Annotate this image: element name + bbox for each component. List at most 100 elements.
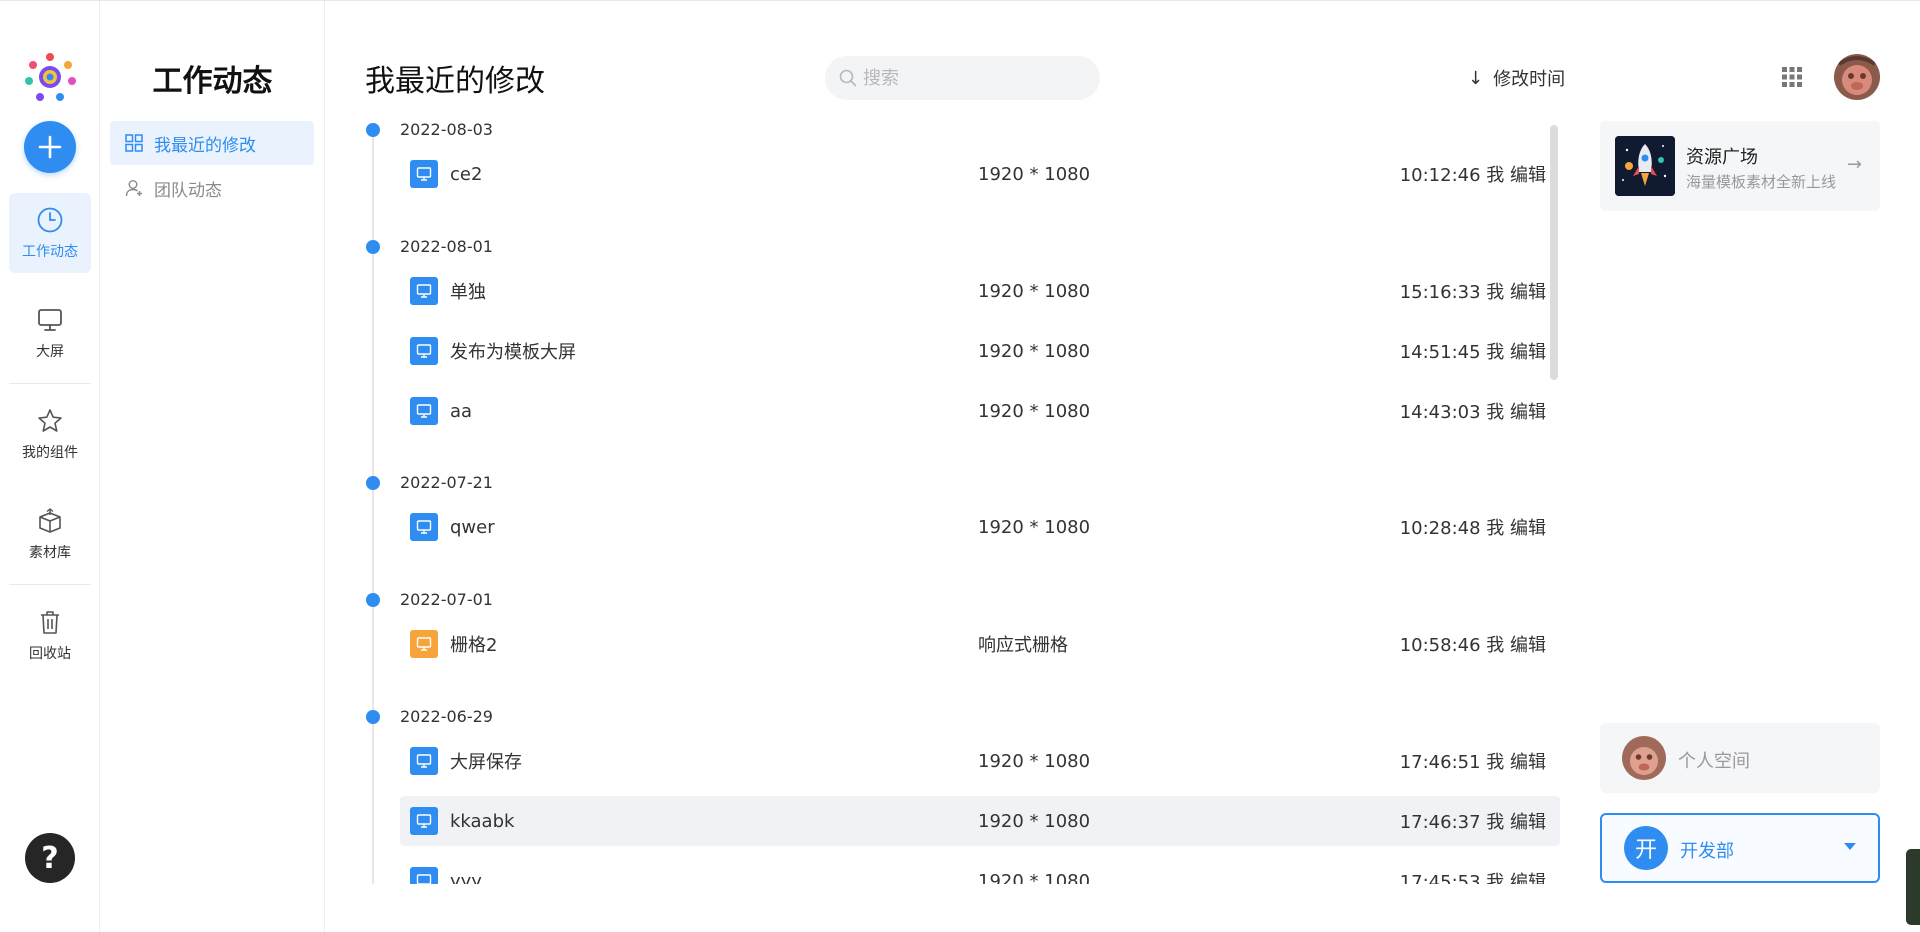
- list-item[interactable]: 发布为模板大屏 1920 * 1080 14:51:45 我 编辑: [400, 326, 1560, 376]
- item-edit-time: 14:51:45 我 编辑: [1399, 342, 1546, 363]
- list-item[interactable]: 栅格2 响应式栅格 10:58:46 我 编辑: [400, 619, 1560, 669]
- list-item[interactable]: qwer 1920 * 1080 10:28:48 我 编辑: [400, 502, 1560, 552]
- monitor-icon: [35, 305, 65, 335]
- list-item[interactable]: aa 1920 * 1080 14:43:03 我 编辑: [400, 386, 1560, 436]
- trash-icon: [35, 607, 65, 637]
- nav-item-materials[interactable]: 素材库: [9, 494, 91, 574]
- star-icon: [35, 406, 65, 436]
- nav-item-label: 工作动态: [22, 244, 78, 260]
- screen-file-icon: [410, 513, 438, 541]
- create-button[interactable]: [24, 121, 76, 173]
- team-label: 开发部: [1680, 841, 1734, 862]
- item-edit-time: 17:46:37 我 编辑: [1399, 812, 1546, 833]
- screen-file-icon: [410, 397, 438, 425]
- subnav-item-my-recent-changes[interactable]: 我最近的修改: [110, 121, 314, 165]
- item-edit-time: 17:46:51 我 编辑: [1399, 752, 1546, 773]
- nav-item-label: 回收站: [29, 646, 71, 662]
- nav-divider: [9, 584, 91, 585]
- group-date: 2022-08-03: [400, 120, 493, 139]
- search-input[interactable]: [863, 67, 1083, 89]
- item-size: 1920 * 1080: [978, 750, 1091, 772]
- item-name: yyy: [450, 870, 482, 885]
- left-rail: 工作动态 大屏 我的组件 素材库 回收站 ?: [0, 1, 100, 932]
- user-add-icon: [124, 178, 144, 198]
- item-edit-time: 17:45:53 我 编辑: [1399, 872, 1546, 884]
- sort-arrow-icon: ↓: [1468, 67, 1484, 89]
- caret-down-icon: [1844, 843, 1856, 850]
- screen-file-icon: [410, 807, 438, 835]
- timeline-dot: [366, 710, 380, 724]
- help-button[interactable]: ?: [25, 833, 75, 883]
- team-badge: 开: [1624, 826, 1668, 870]
- item-name: 发布为模板大屏: [450, 342, 576, 363]
- search-icon: [839, 69, 857, 87]
- item-name: aa: [450, 400, 473, 422]
- item-size: 1920 * 1080: [978, 163, 1091, 185]
- recent-changes-list: 2022-08-03 ce2 1920 * 1080 10:12:46 我 编辑…: [360, 119, 1570, 884]
- list-item[interactable]: ce2 1920 * 1080 10:12:46 我 编辑: [400, 149, 1560, 199]
- list-item[interactable]: yyy 1920 * 1080 17:45:53 我 编辑: [400, 856, 1560, 884]
- screen-file-icon: [410, 867, 438, 884]
- subnav-item-team-activity[interactable]: 团队动态: [110, 166, 314, 210]
- search-box[interactable]: [825, 56, 1100, 100]
- screen-file-icon: [410, 277, 438, 305]
- list-item[interactable]: kkaabk 1920 * 1080 17:46:37 我 编辑: [400, 796, 1560, 846]
- nav-item-label: 大屏: [36, 344, 64, 360]
- edge-widget-handle[interactable]: [1906, 849, 1920, 925]
- nav-item-label: 素材库: [29, 545, 71, 561]
- nav-item-work-activity[interactable]: 工作动态: [9, 193, 91, 273]
- sort-by-modified-time[interactable]: ↓ 修改时间: [1468, 65, 1565, 91]
- group-date: 2022-07-21: [400, 473, 493, 492]
- nav-item-screens[interactable]: 大屏: [9, 293, 91, 373]
- item-edit-time: 14:43:03 我 编辑: [1399, 402, 1546, 423]
- item-size: 响应式栅格: [978, 635, 1068, 656]
- nav-item-my-components[interactable]: 我的组件: [9, 394, 91, 474]
- section-title: 工作动态: [152, 64, 273, 99]
- subnav-item-label: 我最近的修改: [154, 135, 256, 156]
- app-logo-icon: [25, 53, 76, 101]
- resource-square-card[interactable]: 资源广场 海量模板素材全新上线 →: [1600, 121, 1880, 211]
- item-name: 栅格2: [450, 635, 498, 656]
- resource-title: 资源广场: [1686, 147, 1758, 168]
- group-date: 2022-06-29: [400, 707, 493, 726]
- team-selector[interactable]: 开 开发部: [1600, 813, 1880, 883]
- personal-space-card[interactable]: 个人空间: [1600, 723, 1880, 793]
- item-size: 1920 * 1080: [978, 400, 1091, 422]
- page-title: 我最近的修改: [365, 64, 545, 99]
- app-window: 工作动态 大屏 我的组件 素材库 回收站 ? 工作动态 我最近的修改 团队动态 …: [0, 0, 1920, 932]
- item-size: 1920 * 1080: [978, 280, 1091, 302]
- item-size: 1920 * 1080: [978, 870, 1091, 885]
- item-size: 1920 * 1080: [978, 516, 1091, 538]
- timeline-dot: [366, 593, 380, 607]
- arrow-right-icon: →: [1846, 154, 1862, 175]
- nav-divider: [9, 383, 91, 384]
- item-name: ce2: [450, 163, 483, 185]
- apps-grid-icon[interactable]: [1782, 67, 1802, 87]
- timeline-dot: [366, 240, 380, 254]
- space-avatar: [1622, 736, 1666, 780]
- grid-file-icon: [410, 630, 438, 658]
- box-icon: [35, 506, 65, 536]
- item-edit-time: 15:16:33 我 编辑: [1399, 282, 1546, 303]
- sort-label: 修改时间: [1493, 69, 1566, 90]
- screen-file-icon: [410, 747, 438, 775]
- nav-item-recycle-bin[interactable]: 回收站: [9, 595, 91, 675]
- screen-file-icon: [410, 160, 438, 188]
- item-edit-time: 10:12:46 我 编辑: [1399, 165, 1546, 186]
- user-avatar[interactable]: [1834, 54, 1880, 100]
- personal-space-label: 个人空间: [1678, 751, 1750, 772]
- item-name: kkaabk: [450, 810, 515, 832]
- item-size: 1920 * 1080: [978, 340, 1091, 362]
- item-name: 单独: [450, 282, 486, 303]
- subnav-item-label: 团队动态: [154, 180, 222, 201]
- nav-item-label: 我的组件: [22, 445, 78, 461]
- screen-file-icon: [410, 337, 438, 365]
- timeline-dot: [366, 476, 380, 490]
- clock-icon: [35, 205, 65, 235]
- group-date: 2022-08-01: [400, 237, 493, 256]
- list-scrollbar[interactable]: [1550, 125, 1558, 380]
- list-item[interactable]: 单独 1920 * 1080 15:16:33 我 编辑: [400, 266, 1560, 316]
- plus-icon: [38, 135, 62, 159]
- list-item[interactable]: 大屏保存 1920 * 1080 17:46:51 我 编辑: [400, 736, 1560, 786]
- resource-subtitle: 海量模板素材全新上线: [1686, 173, 1837, 191]
